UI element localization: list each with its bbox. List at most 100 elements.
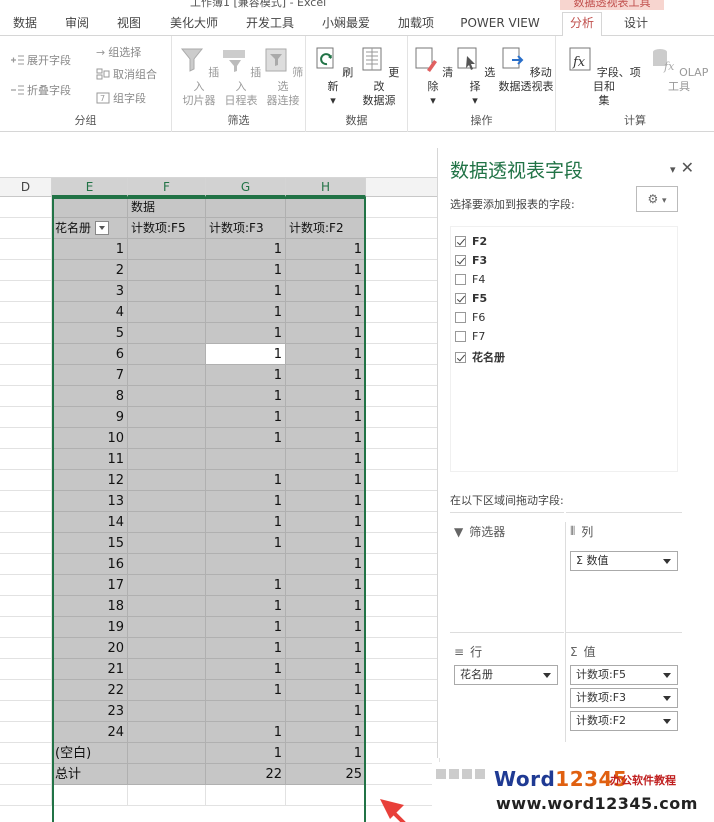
cell[interactable] — [0, 596, 52, 617]
pivot-value-f5[interactable] — [128, 575, 206, 596]
cell[interactable] — [0, 764, 52, 785]
cell[interactable] — [366, 407, 440, 428]
pivot-value-f2[interactable]: 1 — [286, 386, 366, 407]
cell[interactable] — [52, 785, 128, 806]
pivot-value-f5[interactable] — [128, 722, 206, 743]
pivot-value-f2[interactable]: 1 — [286, 554, 366, 575]
pivot-row-key[interactable]: 11 — [52, 449, 128, 470]
pivot-value-f3[interactable]: 1 — [206, 638, 286, 659]
filters-area[interactable]: ▼ 筛选器 — [450, 512, 564, 622]
cell[interactable] — [366, 575, 440, 596]
pivot-row-key[interactable]: 14 — [52, 512, 128, 533]
group-selection-button[interactable]: → 组选择 — [96, 44, 141, 60]
cell[interactable] — [0, 197, 52, 218]
tab-view[interactable]: 视图 — [114, 15, 144, 36]
field-checkbox[interactable] — [455, 312, 466, 323]
cell[interactable] — [366, 554, 440, 575]
cell[interactable] — [0, 512, 52, 533]
cell[interactable] — [366, 218, 440, 239]
column-header-e[interactable]: E — [52, 178, 128, 197]
pivot-row-key[interactable]: 24 — [52, 722, 128, 743]
pivot-value-f3[interactable]: 1 — [206, 722, 286, 743]
pivot-value-f2[interactable]: 1 — [286, 281, 366, 302]
pivot-value-f3[interactable]: 1 — [206, 386, 286, 407]
pivot-value-f2[interactable]: 1 — [286, 743, 366, 764]
field-checkbox[interactable] — [455, 351, 466, 363]
pivot-value-f5[interactable] — [128, 407, 206, 428]
olap-tools-button[interactable]: fx OLAP 工具 — [648, 46, 710, 94]
cell[interactable] — [366, 302, 440, 323]
pivot-row-key[interactable]: 15 — [52, 533, 128, 554]
select-button[interactable]: 选择 ▾ — [452, 46, 498, 108]
pivot-total-label[interactable]: 总计 — [52, 764, 128, 785]
pivot-value-f5[interactable] — [128, 428, 206, 449]
tab-design[interactable]: 设计 — [616, 15, 656, 36]
cell[interactable] — [0, 554, 52, 575]
cell[interactable] — [0, 344, 52, 365]
pivot-value-f2[interactable]: 1 — [286, 596, 366, 617]
pivot-total-f3[interactable]: 22 — [206, 764, 286, 785]
pivot-value-f5[interactable] — [128, 491, 206, 512]
cell[interactable] — [366, 197, 440, 218]
pivot-value-f5[interactable] — [128, 512, 206, 533]
cell[interactable] — [0, 302, 52, 323]
pivot-col-header-f2[interactable]: 计数项:F2 — [286, 218, 366, 239]
pivot-value-f2[interactable]: 1 — [286, 701, 366, 722]
pivot-value-f3[interactable] — [206, 449, 286, 470]
pivot-value-f2[interactable]: 1 — [286, 470, 366, 491]
pivot-value-f5[interactable] — [128, 344, 206, 365]
cell[interactable] — [0, 281, 52, 302]
pivot-value-f2[interactable]: 1 — [286, 302, 366, 323]
pivot-value-f3[interactable]: 1 — [206, 617, 286, 638]
pivot-value-f3[interactable]: 1 — [206, 743, 286, 764]
cell[interactable] — [0, 785, 52, 806]
pivot-value-f5[interactable] — [128, 260, 206, 281]
pivot-row-key[interactable]: 10 — [52, 428, 128, 449]
pivot-row-label-header[interactable]: 花名册 — [52, 218, 128, 239]
pivot-value-f5[interactable] — [128, 659, 206, 680]
tab-beautify-master[interactable]: 美化大师 — [166, 15, 222, 36]
pivot-row-key[interactable]: 1 — [52, 239, 128, 260]
column-header-h[interactable]: H — [286, 178, 366, 197]
pane-settings-button[interactable]: ⚙ ▾ — [636, 186, 678, 212]
cell[interactable] — [366, 659, 440, 680]
clear-button[interactable]: 清除 ▾ — [410, 46, 456, 108]
tab-power-view[interactable]: POWER VIEW — [458, 15, 542, 36]
pivot-col-header-f5[interactable]: 计数项:F5 — [128, 218, 206, 239]
values-area[interactable]: Σ 值 计数项:F5 计数项:F3 计数项:F2 — [566, 632, 682, 742]
filter-connections-button[interactable]: 筛选 器连接 — [260, 46, 306, 108]
cell[interactable] — [366, 281, 440, 302]
cell[interactable] — [366, 239, 440, 260]
pivot-row-key[interactable]: 5 — [52, 323, 128, 344]
cell[interactable] — [366, 743, 440, 764]
field-item[interactable]: F3 — [455, 254, 487, 267]
cell[interactable] — [366, 512, 440, 533]
cell[interactable] — [366, 722, 440, 743]
pivot-value-f3[interactable]: 1 — [206, 680, 286, 701]
column-header-d[interactable]: D — [0, 178, 52, 197]
pivot-value-f3[interactable]: 1 — [206, 491, 286, 512]
pivot-value-f5[interactable] — [128, 617, 206, 638]
cell[interactable] — [366, 449, 440, 470]
pivot-value-f2[interactable]: 1 — [286, 659, 366, 680]
pivot-row-key[interactable]: 3 — [52, 281, 128, 302]
field-item[interactable]: F2 — [455, 235, 487, 248]
pivot-value-f5[interactable] — [128, 281, 206, 302]
pivot-value-f3[interactable]: 1 — [206, 239, 286, 260]
cell[interactable] — [366, 428, 440, 449]
cell[interactable] — [0, 659, 52, 680]
pivot-value-f3[interactable]: 1 — [206, 323, 286, 344]
cell[interactable] — [366, 596, 440, 617]
pivot-header-blank[interactable] — [286, 197, 366, 218]
pivot-row-key[interactable]: 19 — [52, 617, 128, 638]
pivot-row-key[interactable]: 8 — [52, 386, 128, 407]
pivot-header-blank[interactable] — [206, 197, 286, 218]
pivot-value-f3[interactable] — [206, 554, 286, 575]
pivot-value-f2[interactable]: 1 — [286, 575, 366, 596]
pivot-row-key[interactable]: 6 — [52, 344, 128, 365]
cell[interactable] — [0, 575, 52, 596]
cell[interactable] — [366, 533, 440, 554]
pivot-row-key[interactable]: 21 — [52, 659, 128, 680]
pivot-row-key[interactable]: 9 — [52, 407, 128, 428]
pivot-row-key[interactable]: 20 — [52, 638, 128, 659]
